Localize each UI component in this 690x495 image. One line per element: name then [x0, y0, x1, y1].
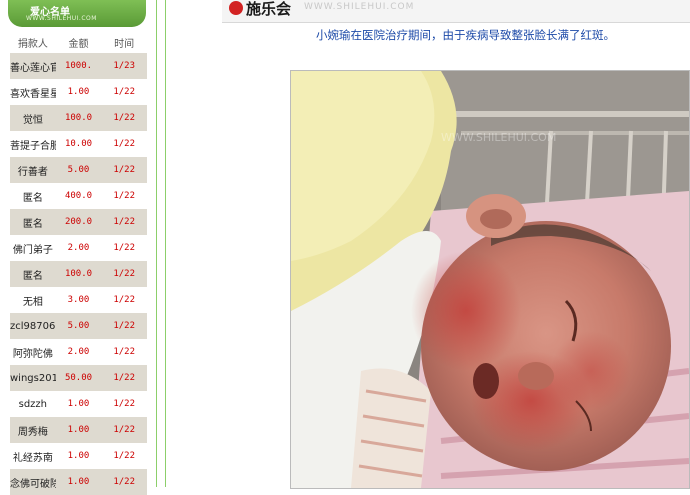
donation-time: 1/22 [101, 287, 147, 313]
donation-time: 1/22 [101, 391, 147, 417]
donor-name: 觉恒 [10, 105, 56, 131]
donation-amount: 200.0 [55, 209, 102, 235]
donation-amount: 1000. [55, 53, 102, 79]
donor-name: sdzzh [10, 391, 56, 417]
donation-amount: 10.00 [55, 131, 102, 157]
donation-time: 1/22 [101, 79, 147, 105]
site-logo-bar: 施乐会 WWW.SHILEHUI.COM [222, 0, 690, 23]
donor-name: 无相 [10, 287, 56, 313]
donation-time: 1/22 [101, 417, 147, 443]
column-header-amount: 金额 [68, 38, 89, 50]
donation-time: 1/22 [101, 313, 147, 339]
donor-name: 阿弥陀佛 [10, 339, 56, 365]
donor-row: 喜欢香星星的1.001/22 [10, 79, 147, 105]
donor-table-header: 捐款人 金额 时间 [10, 31, 147, 53]
donation-amount: 5.00 [55, 157, 102, 183]
donation-time: 1/22 [101, 131, 147, 157]
donation-time: 1/22 [101, 183, 147, 209]
donor-row: 菩提子合肥 10.00 1/22 [10, 131, 147, 157]
donor-row: sdzzh 1.00 1/22 [10, 391, 147, 417]
donor-name: 匿名 [10, 261, 56, 287]
donor-row: wings201250.001/22 [10, 365, 147, 391]
donor-row: 匿名 200.0 1/22 [10, 209, 147, 235]
donor-name: wings2012 [10, 365, 56, 391]
donation-amount: 400.0 [55, 183, 102, 209]
column-header-donor: 捐款人 [17, 38, 48, 50]
donor-row: 匿名 400.0 1/22 [10, 183, 147, 209]
donor-name: 匿名 [10, 183, 56, 209]
donor-table: 捐款人 金额 时间 善心莲心官师1000.1/23喜欢香星星的1.001/22觉… [10, 31, 147, 495]
donation-time: 1/22 [101, 261, 147, 287]
donor-list-url: WWW.SHILEHUI.COM [26, 15, 97, 22]
donor-list-panel: 爱心名单 WWW.SHILEHUI.COM 捐款人 金额 时间 善心莲心官师10… [0, 0, 160, 495]
photo-watermark: WWW.SHILEHUI.COM [441, 131, 556, 144]
donation-time: 1/22 [101, 157, 147, 183]
donation-time: 1/23 [101, 53, 147, 79]
donor-row: zcl98706095.001/22 [10, 313, 147, 339]
donation-time: 1/22 [101, 365, 147, 391]
donor-row: 无相 3.00 1/22 [10, 287, 147, 313]
donation-amount: 2.00 [55, 235, 102, 261]
donation-time: 1/22 [101, 469, 147, 495]
donor-name: 念佛可破除 [10, 469, 56, 495]
donor-row: 阿弥陀佛 2.00 1/22 [10, 339, 147, 365]
donor-row: 周秀梅 1.00 1/22 [10, 417, 147, 443]
left-divider-inner [165, 0, 166, 487]
donor-name: 佛门弟子 [10, 235, 56, 261]
donation-amount: 5.00 [55, 313, 102, 339]
donor-row: 礼经苏南 1.00 1/22 [10, 443, 147, 469]
donation-amount: 100.0 [55, 105, 102, 131]
donor-name: 周秀梅 [10, 417, 56, 443]
patient-photo-image: WWW.SHILEHUI.COM [291, 71, 689, 488]
donor-name: 喜欢香星星的 [10, 79, 56, 105]
donor-name: 匿名 [10, 209, 56, 235]
donation-time: 1/22 [101, 105, 147, 131]
donation-time: 1/22 [101, 443, 147, 469]
donation-amount: 1.00 [55, 443, 102, 469]
donation-amount: 1.00 [55, 417, 102, 443]
logo-icon [229, 1, 243, 15]
logo-watermark-url: WWW.SHILEHUI.COM [304, 2, 415, 12]
left-divider [156, 0, 157, 487]
donation-amount: 3.00 [55, 287, 102, 313]
donor-name: 行善者 [10, 157, 56, 183]
donor-list-header: 爱心名单 WWW.SHILEHUI.COM [8, 0, 146, 27]
photo-caption: 小婉瑜在医院治疗期间，由于疾病导致整张脸长满了红斑。 [316, 28, 615, 42]
patient-photo[interactable]: WWW.SHILEHUI.COM [290, 70, 690, 489]
donation-amount: 50.00 [55, 365, 102, 391]
donor-name: 菩提子合肥 [10, 131, 56, 157]
donation-amount: 100.0 [55, 261, 102, 287]
donor-row: 佛门弟子 2.00 1/22 [10, 235, 147, 261]
donor-name: zcl9870609 [10, 313, 56, 339]
donation-time: 1/22 [101, 235, 147, 261]
donor-name: 礼经苏南 [10, 443, 56, 469]
donation-time: 1/22 [101, 209, 147, 235]
donation-time: 1/22 [101, 339, 147, 365]
donor-row: 行善者 5.00 1/22 [10, 157, 147, 183]
donor-name: 善心莲心官师 [10, 53, 56, 79]
donor-row: 念佛可破除 1.00 1/22 [10, 469, 147, 495]
donation-amount: 1.00 [55, 469, 102, 495]
donor-row: 觉恒 100.0 1/22 [10, 105, 147, 131]
donation-amount: 1.00 [55, 391, 102, 417]
column-header-time: 时间 [114, 38, 135, 50]
donation-amount: 1.00 [55, 79, 102, 105]
donor-row: 匿名 100.0 1/22 [10, 261, 147, 287]
site-logo-text[interactable]: 施乐会 [246, 0, 291, 19]
donor-row: 善心莲心官师1000.1/23 [10, 53, 147, 79]
donation-amount: 2.00 [55, 339, 102, 365]
